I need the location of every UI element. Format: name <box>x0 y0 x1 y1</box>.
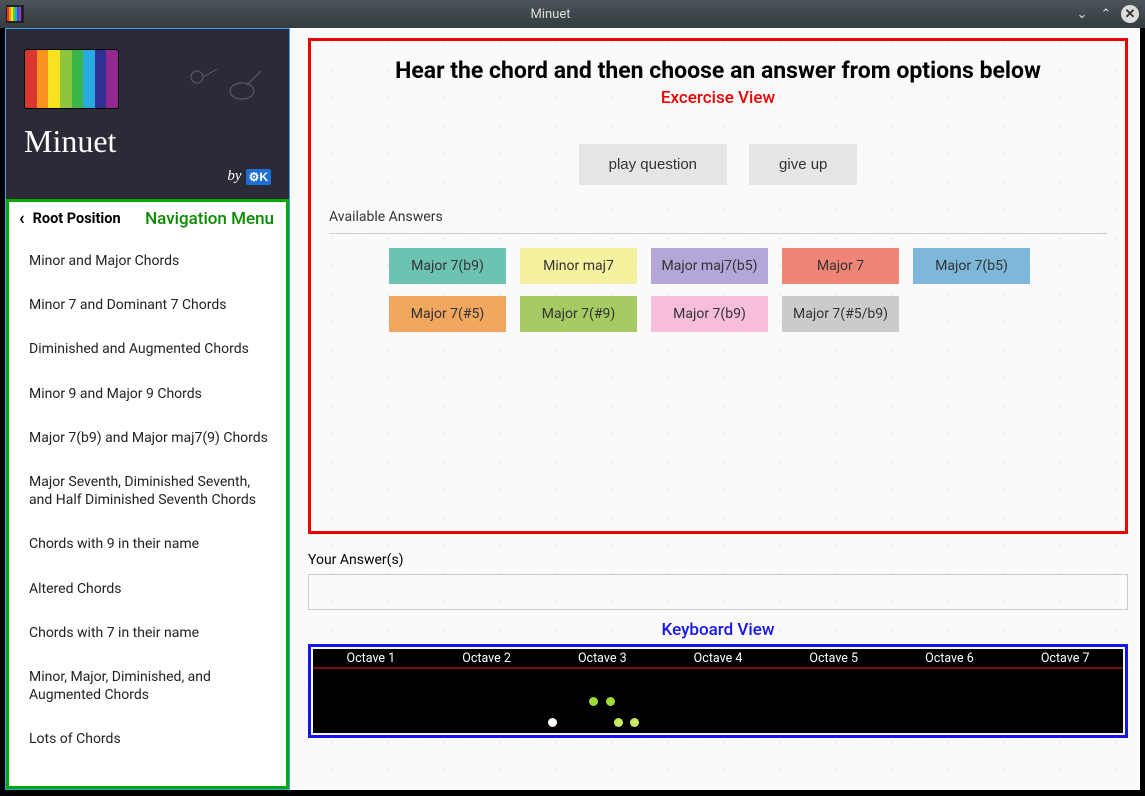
black-key[interactable] <box>904 669 913 705</box>
back-icon[interactable]: ‹ <box>19 208 25 229</box>
black-key[interactable] <box>986 669 995 705</box>
black-key[interactable] <box>342 669 351 705</box>
nav-item[interactable]: Minor, Major, Diminished, and Augmented … <box>9 655 286 717</box>
keyboard-view: Octave 1Octave 2Octave 3Octave 4Octave 5… <box>308 644 1128 738</box>
black-key[interactable] <box>1085 669 1094 705</box>
by-line: by ⚙K <box>227 168 271 185</box>
highlight-dot <box>604 695 617 708</box>
black-key[interactable] <box>804 669 813 705</box>
nav-item[interactable]: Chords with 9 in their name <box>9 522 286 566</box>
octave-label: Octave 3 <box>544 649 660 667</box>
answer-option[interactable]: Minor maj7 <box>520 248 637 284</box>
black-key[interactable] <box>457 669 466 705</box>
black-key[interactable] <box>871 669 880 705</box>
play-question-button[interactable]: play question <box>579 144 727 185</box>
answer-option[interactable]: Major 7(b5) <box>913 248 1030 284</box>
black-key[interactable] <box>722 669 731 705</box>
sidebar-header: Minuet by ⚙K <box>6 29 289 199</box>
answer-option[interactable]: Major 7(#5/b9) <box>782 296 899 332</box>
keyboard-annotation: Keyboard View <box>308 620 1128 640</box>
maximize-button[interactable]: ⌃ <box>1097 5 1115 23</box>
black-key[interactable] <box>1069 669 1078 705</box>
app-logo <box>24 49 119 109</box>
nav-item[interactable]: Major 7(b9) and Major maj7(9) Chords <box>9 416 286 460</box>
nav-item[interactable]: Lots of Chords <box>9 717 286 761</box>
black-key[interactable] <box>854 669 863 705</box>
nav-item[interactable]: Chords with 7 in their name <box>9 611 286 655</box>
main-panel: Hear the chord and then choose an answer… <box>290 28 1140 790</box>
highlight-dot <box>587 695 600 708</box>
your-answer-box <box>308 574 1128 610</box>
octave-label: Octave 6 <box>892 649 1008 667</box>
octave-label: Octave 4 <box>660 649 776 667</box>
black-key[interactable] <box>920 669 929 705</box>
exercise-annotation: Excercise View <box>329 84 1107 122</box>
highlight-dot <box>628 716 641 729</box>
answers-grid: Major 7(b9) Minor maj7 Major maj7(b5) Major… <box>329 233 1107 346</box>
sidebar: Minuet by ⚙K ‹ Root Position Navigation … <box>5 28 290 790</box>
kde-badge-icon: ⚙K <box>246 169 271 185</box>
black-key[interactable] <box>755 669 764 705</box>
black-key[interactable] <box>490 669 499 705</box>
nav-annotation: Navigation Menu <box>145 209 276 229</box>
decor-instruments-icon <box>177 59 267 109</box>
black-key[interactable] <box>953 669 962 705</box>
nav-item[interactable]: Minor 9 and Major 9 Chords <box>9 372 286 416</box>
black-key[interactable] <box>556 669 565 705</box>
nav-item[interactable]: Diminished and Augmented Chords <box>9 327 286 371</box>
window-title: Minuet <box>28 7 1073 22</box>
black-key[interactable] <box>408 669 417 705</box>
answer-option[interactable]: Major 7(#5) <box>389 296 506 332</box>
nav-title: Root Position <box>33 210 121 227</box>
black-key[interactable] <box>738 669 747 705</box>
answer-option[interactable]: Major 7(b9) <box>651 296 768 332</box>
black-key[interactable] <box>573 669 582 705</box>
nav-item[interactable]: Minor and Major Chords <box>9 239 286 283</box>
nav-item[interactable]: Minor 7 and Dominant 7 Chords <box>9 283 286 327</box>
nav-item[interactable]: Altered Chords <box>9 567 286 611</box>
app-name: Minuet <box>24 123 271 160</box>
black-key[interactable] <box>689 669 698 705</box>
black-key[interactable] <box>441 669 450 705</box>
available-answers-label: Available Answers <box>329 209 1107 225</box>
answer-option[interactable]: Major 7(b9) <box>389 248 506 284</box>
minimize-button[interactable]: ⌄ <box>1073 5 1091 23</box>
titlebar: Minuet ⌄ ⌃ ✕ <box>0 0 1145 28</box>
black-key[interactable] <box>523 669 532 705</box>
black-key[interactable] <box>623 669 632 705</box>
exercise-view: Hear the chord and then choose an answer… <box>308 38 1128 534</box>
highlight-dot <box>612 716 625 729</box>
black-key[interactable] <box>375 669 384 705</box>
black-key[interactable] <box>788 669 797 705</box>
highlight-dot <box>546 716 559 729</box>
answer-option[interactable]: Major maj7(b5) <box>651 248 768 284</box>
app-icon <box>6 5 24 23</box>
black-key[interactable] <box>672 669 681 705</box>
black-key[interactable] <box>507 669 516 705</box>
black-key[interactable] <box>325 669 334 705</box>
navigation-menu: ‹ Root Position Navigation Menu Minor an… <box>6 199 289 789</box>
answer-option[interactable]: Major 7(#9) <box>520 296 637 332</box>
black-key[interactable] <box>639 669 648 705</box>
give-up-button[interactable]: give up <box>749 144 857 185</box>
octave-label: Octave 5 <box>776 649 892 667</box>
black-key[interactable] <box>391 669 400 705</box>
octave-label: Octave 7 <box>1007 649 1123 667</box>
black-key[interactable] <box>1019 669 1028 705</box>
exercise-prompt: Hear the chord and then choose an answer… <box>329 53 1107 84</box>
close-button[interactable]: ✕ <box>1121 5 1139 23</box>
answer-option[interactable]: Major 7 <box>782 248 899 284</box>
black-key[interactable] <box>970 669 979 705</box>
black-key[interactable] <box>1102 669 1111 705</box>
nav-item[interactable]: Major Seventh, Diminished Seventh, and H… <box>9 460 286 522</box>
octave-label: Octave 2 <box>429 649 545 667</box>
black-key[interactable] <box>837 669 846 705</box>
octave-label: Octave 1 <box>313 649 429 667</box>
by-label: by <box>227 168 241 185</box>
your-answer-label: Your Answer(s) <box>308 552 1128 568</box>
black-key[interactable] <box>1036 669 1045 705</box>
